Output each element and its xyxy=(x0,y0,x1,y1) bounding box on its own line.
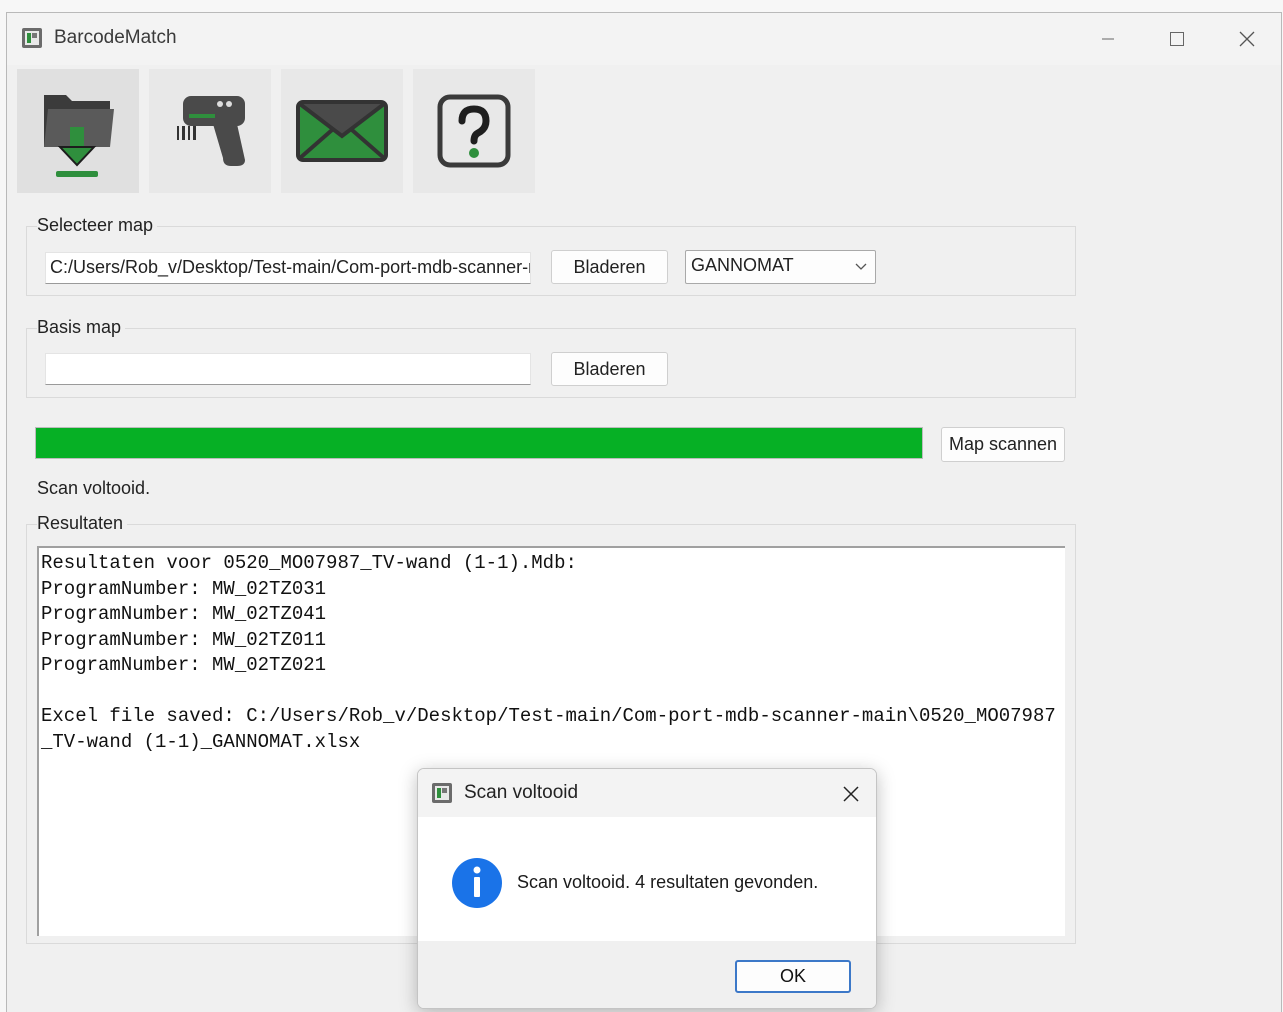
app-icon xyxy=(22,28,42,48)
machine-select[interactable]: GANNOMAT xyxy=(685,250,876,284)
select-folder-browse-button[interactable]: Bladeren xyxy=(551,250,668,284)
barcode-scanner-icon xyxy=(177,96,245,166)
toolbar xyxy=(7,65,1281,197)
dialog-body: Scan voltooid. 4 resultaten gevonden. xyxy=(418,817,876,941)
base-folder-browse-button[interactable]: Bladeren xyxy=(551,352,668,386)
chevron-down-icon xyxy=(855,263,867,270)
close-icon xyxy=(1239,31,1255,47)
folder-download-icon xyxy=(44,95,114,177)
dialog-title: Scan voltooid xyxy=(464,782,579,803)
maximize-button[interactable] xyxy=(1159,21,1195,57)
scan-progress-bar xyxy=(35,427,923,459)
dialog-ok-button[interactable]: OK xyxy=(735,960,851,993)
info-icon xyxy=(452,858,502,908)
close-icon xyxy=(843,786,859,802)
scan-status-text: Scan voltooid. xyxy=(37,478,151,498)
maximize-icon xyxy=(1170,32,1184,46)
scan-progress-fill xyxy=(36,428,922,458)
minimize-button[interactable] xyxy=(1090,21,1126,57)
base-folder-path-input[interactable] xyxy=(45,353,531,385)
help-icon xyxy=(437,94,511,168)
select-folder-label: Selecteer map xyxy=(37,215,158,236)
tab-select-folder[interactable] xyxy=(17,69,139,193)
dialog-title-bar: Scan voltooid xyxy=(418,769,876,817)
window-title: BarcodeMatch xyxy=(54,27,177,48)
machine-select-value: GANNOMAT xyxy=(691,255,794,275)
scan-folder-button[interactable]: Map scannen xyxy=(941,427,1065,462)
title-bar: BarcodeMatch xyxy=(7,13,1281,65)
tab-scanner[interactable] xyxy=(149,69,271,193)
close-button[interactable] xyxy=(1229,21,1265,57)
minimize-icon xyxy=(1102,38,1114,40)
base-folder-label: Basis map xyxy=(37,317,126,338)
envelope-icon xyxy=(296,100,388,162)
dialog-footer: OK xyxy=(418,941,876,1008)
dialog-message: Scan voltooid. 4 resultaten gevonden. xyxy=(517,872,819,892)
select-folder-path-input[interactable]: C:/Users/Rob_v/Desktop/Test-main/Com-por… xyxy=(45,252,531,284)
tab-email[interactable] xyxy=(281,69,403,193)
dialog-close-button[interactable] xyxy=(836,779,866,809)
tab-help[interactable] xyxy=(413,69,535,193)
dialog-app-icon xyxy=(432,783,452,803)
results-label: Resultaten xyxy=(37,513,128,534)
scan-complete-dialog: Scan voltooid Scan voltooid. 4 resultate… xyxy=(417,768,877,1009)
